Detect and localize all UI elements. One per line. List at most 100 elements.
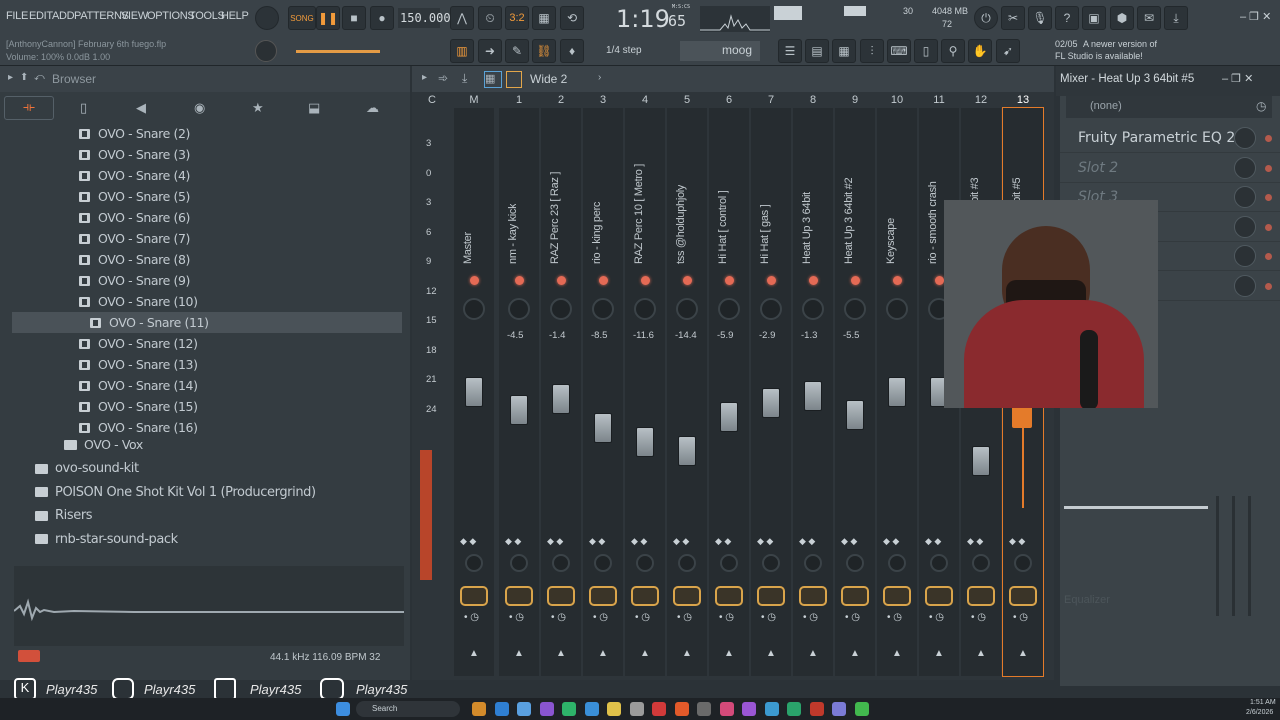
send-arrow-icon[interactable]: ▲ [556, 648, 566, 659]
browser-file-item[interactable]: OVO - Snare (12) [0, 333, 400, 354]
browser-file-item[interactable]: OVO - Snare (13) [0, 354, 400, 375]
menu-tools[interactable]: TOOLS [189, 10, 225, 22]
mixer-window-controls[interactable]: ‒ ❐ ✕ [1222, 72, 1253, 85]
play-preview-icon[interactable] [18, 650, 40, 662]
mixer-extended-icon[interactable] [506, 71, 522, 88]
news-line-1[interactable]: A newer version of [1083, 39, 1157, 49]
browser-file-item[interactable]: OVO - Snare (14) [0, 375, 400, 396]
help-icon[interactable]: ? [1055, 6, 1079, 30]
browser-file-item[interactable]: OVO - Snare (4) [0, 165, 400, 186]
stereo-knob[interactable] [888, 554, 906, 572]
sample-preview[interactable] [13, 566, 404, 646]
browser-files-icon[interactable]: ▯ [80, 100, 87, 116]
microphone-icon[interactable]: 🎙 [1028, 6, 1052, 30]
browser-file-item[interactable]: OVO - Snare (7) [0, 228, 400, 249]
tempo-display[interactable]: 150.000 [398, 8, 451, 28]
track-enable-led[interactable] [599, 276, 608, 285]
route-indicators[interactable]: • ◷ [464, 612, 479, 623]
playlist-icon[interactable]: ☰ [778, 39, 802, 63]
channel-number[interactable]: 6 [709, 94, 749, 106]
pencil-icon[interactable]: ✎ [505, 39, 529, 63]
metronome-icon[interactable]: ⋀ [450, 6, 474, 30]
taskbar-app-icon[interactable] [854, 702, 869, 716]
mixer-menu-icon[interactable]: ▸ [422, 72, 427, 83]
menu-options[interactable]: OPTIONS [147, 10, 195, 22]
taskbar-app-icon[interactable] [764, 702, 779, 716]
pattern-counter[interactable]: 3:2 [505, 6, 529, 30]
menu-view[interactable]: VIEW [121, 10, 148, 22]
stereo-knob[interactable] [930, 554, 948, 572]
volume-fader[interactable] [510, 395, 528, 425]
stereo-knob[interactable] [720, 554, 738, 572]
pan-knob[interactable] [760, 298, 782, 320]
browser-file-item[interactable]: OVO - Snare (15) [0, 396, 400, 417]
send-faders[interactable] [1212, 496, 1252, 616]
route-button[interactable] [757, 586, 785, 606]
browser-icon[interactable]: ▯ [914, 39, 938, 63]
track-name[interactable]: Keyscape [885, 218, 897, 264]
track-name[interactable]: nm - kay kick [507, 204, 519, 264]
taskbar-app-icon[interactable] [652, 702, 666, 716]
effect-mix-knob[interactable] [1234, 127, 1256, 149]
route-indicators[interactable]: • ◷ [971, 612, 986, 623]
stamp-icon[interactable]: ♦ [560, 39, 584, 63]
stereo-separation-arrows[interactable]: ◆ ◆ [1009, 536, 1025, 547]
route-button[interactable] [967, 586, 995, 606]
stereo-knob[interactable] [804, 554, 822, 572]
stereo-separation-arrows[interactable]: ◆ ◆ [715, 536, 731, 547]
send-arrow-icon[interactable]: ▲ [724, 648, 734, 659]
channel-number[interactable]: 13 [1003, 94, 1043, 106]
stereo-knob[interactable] [594, 554, 612, 572]
back-icon[interactable]: ⤺ [34, 72, 45, 83]
browser-web-icon[interactable]: ◉ [194, 100, 205, 116]
taskbar-app-icon[interactable] [742, 702, 756, 716]
piano-roll-icon[interactable]: ▥ [450, 39, 474, 63]
track-name[interactable]: Master [462, 232, 474, 264]
volume-fader[interactable] [804, 381, 822, 412]
pan-knob[interactable] [844, 298, 866, 320]
mixer-view-icon[interactable]: ▦ [484, 71, 502, 88]
menu-file[interactable]: FILE [6, 10, 28, 22]
route-button[interactable] [841, 586, 869, 606]
send-arrow-icon[interactable]: ▲ [598, 648, 608, 659]
effect-enable-led[interactable] [1265, 283, 1272, 290]
taskbar-app-icon[interactable] [787, 702, 801, 716]
track-enable-led[interactable] [935, 276, 944, 285]
send-arrow-icon[interactable]: ▲ [766, 648, 776, 659]
browser-audio-icon[interactable]: ◀ [136, 100, 146, 116]
pan-knob[interactable] [718, 298, 740, 320]
track-name[interactable]: Heat Up 3 64bit [801, 192, 813, 264]
channel-number[interactable]: 10 [877, 94, 917, 106]
effect-enable-led[interactable] [1265, 253, 1272, 261]
menu-edit[interactable]: EDIT [29, 10, 53, 22]
taskbar-search[interactable]: Search [356, 701, 460, 717]
step-seq-icon[interactable]: ▦ [832, 39, 856, 63]
stereo-knob[interactable] [552, 554, 570, 572]
volume-fader[interactable] [465, 376, 483, 407]
stereo-knob[interactable] [636, 554, 654, 572]
effect-mix-knob[interactable] [1234, 215, 1256, 238]
route-indicators[interactable]: • ◷ [929, 612, 944, 623]
route-indicators[interactable]: • ◷ [719, 612, 734, 623]
effect-enable-led[interactable] [1265, 164, 1272, 172]
master-pitch-knob[interactable] [255, 6, 279, 30]
route-button[interactable] [799, 586, 827, 606]
effect-mix-knob[interactable] [1234, 275, 1256, 297]
send-arrow-icon[interactable]: ▲ [892, 648, 902, 659]
stereo-knob[interactable] [972, 554, 990, 572]
stereo-separation-arrows[interactable]: ◆ ◆ [967, 536, 983, 547]
track-enable-led[interactable] [767, 276, 776, 285]
browser-file-item[interactable]: OVO - Snare (9) [0, 270, 400, 291]
stereo-knob[interactable] [678, 554, 696, 572]
expand-icon[interactable]: ▸ [8, 72, 13, 83]
taskbar-app-icon[interactable] [562, 702, 576, 716]
browser-file-item[interactable]: OVO - Snare (2) [0, 123, 400, 144]
browser-file-item[interactable]: OVO - Snare (6) [0, 207, 400, 228]
chat-icon[interactable]: ✉ [1137, 6, 1161, 30]
taskbar-app-icon[interactable] [809, 702, 824, 716]
track-name[interactable]: Hi Hat [ control ] [717, 191, 729, 264]
send-arrow-icon[interactable]: ▲ [469, 648, 479, 659]
channel-number[interactable]: C [412, 94, 452, 106]
route-button[interactable] [505, 586, 533, 606]
route-button[interactable] [883, 586, 911, 606]
